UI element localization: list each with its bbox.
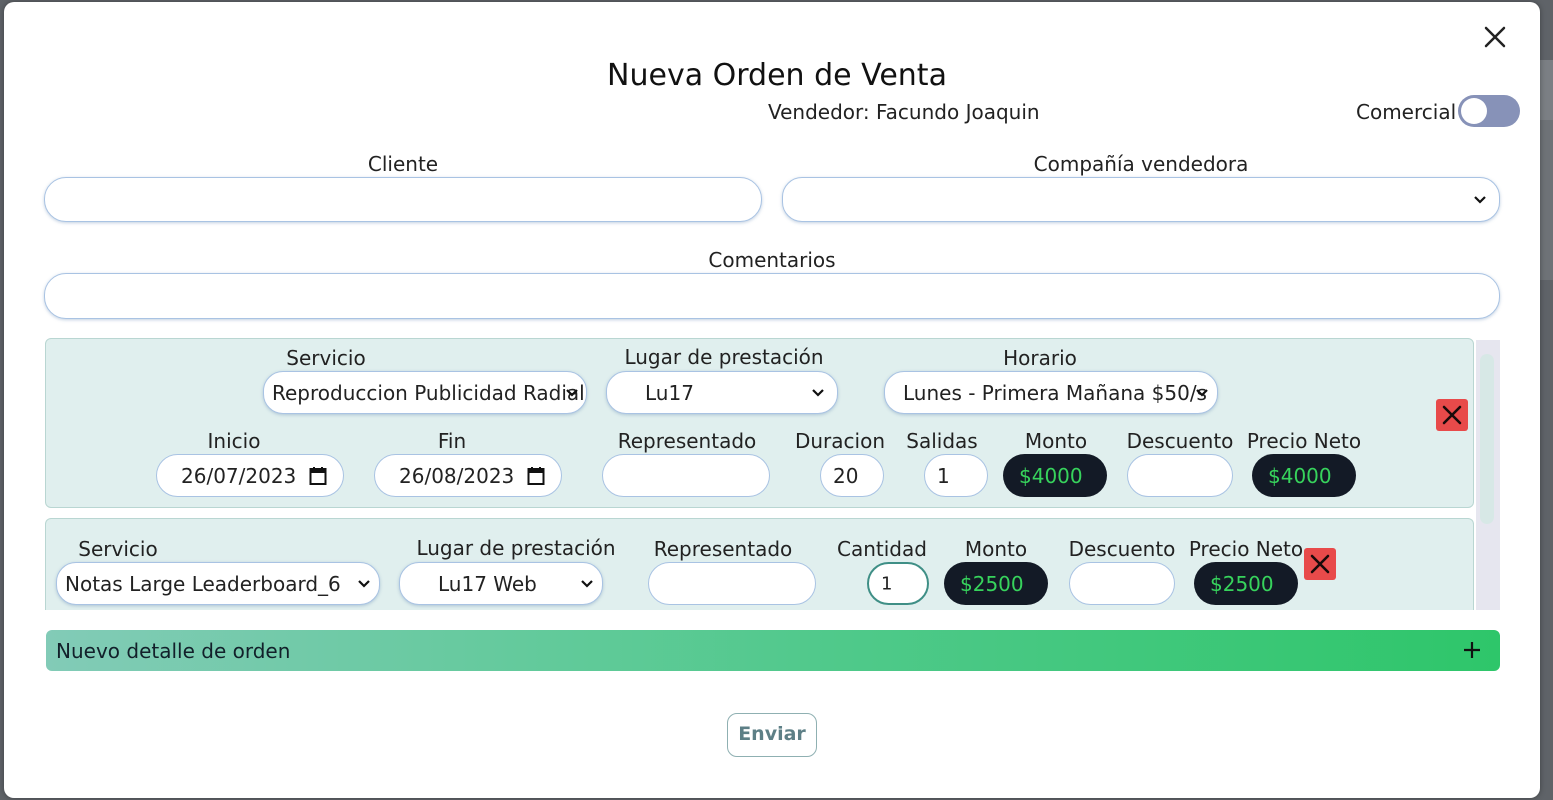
backdrop [1539,120,1553,280]
servicio-select-2[interactable]: Notas Large Leaderboard_6 [56,562,380,605]
compania-select[interactable] [782,177,1500,222]
fin-label: Fin [437,429,467,453]
descuento-label: Descuento [1126,429,1234,453]
toggle-knob [1461,98,1487,124]
details-scrollbar-thumb[interactable] [1480,354,1494,524]
representado-input[interactable] [602,454,770,497]
horario-value: Lunes - Primera Mañana $50/s [903,380,1207,405]
seller-label: Vendedor: Facundo Joaquin [768,100,1040,124]
horario-label-text: Horario [1003,346,1077,370]
submit-button[interactable]: Enviar [727,713,817,757]
delete-detail-2-button[interactable] [1304,548,1336,580]
delete-x-icon [1310,554,1330,574]
servicio-value-2: Notas Large Leaderboard_6 [65,571,341,596]
servicio-label: Servicio [286,346,366,370]
descuento-input[interactable] [1127,454,1233,497]
precio-neto-value-2: $2500 [1210,571,1274,596]
servicio-label-2: Servicio [78,537,158,561]
precio-neto-label: Precio Neto [1246,429,1362,453]
representado-label-2: Representado [653,537,793,561]
monto-value-pill-2: $2500 [944,562,1048,605]
salidas-value: 1 [937,463,950,488]
new-detail-button[interactable]: Nuevo detalle de orden [46,630,1500,671]
precio-neto-value-pill-2: $2500 [1194,562,1298,605]
inicio-value: 26/07/2023 [181,463,297,488]
duracion-value: 20 [833,463,859,488]
chevron-down-icon [1196,388,1208,397]
chevron-down-icon [1474,195,1486,204]
inicio-label: Inicio [207,429,261,453]
plus-icon [1464,642,1480,658]
monto-label: Monto [1024,429,1088,453]
compania-label: Compañía vendedora [1033,152,1249,176]
inicio-date-input[interactable]: 26/07/2023 [156,454,344,497]
calendar-icon [527,466,545,485]
lugar-value: Lu17 [645,380,694,405]
representado-input-2[interactable] [648,562,816,605]
comercial-toggle[interactable] [1458,95,1520,127]
chevron-down-icon [566,388,578,397]
precio-neto-value: $4000 [1268,463,1332,488]
horario-select[interactable]: Lunes - Primera Mañana $50/s [884,371,1218,414]
chevron-down-icon [581,579,593,588]
duracion-input[interactable]: 20 [820,454,884,497]
cantidad-value: 1 [881,573,893,594]
order-modal: Nueva Orden de Venta Vendedor: Facundo J… [4,2,1540,798]
delete-detail-1-button[interactable] [1436,399,1468,431]
chevron-down-icon [358,579,370,588]
lugar-label: Lugar de prestación [624,345,824,369]
comentarios-input[interactable] [44,273,1500,319]
calendar-icon [309,466,327,485]
lugar-label-2: Lugar de prestación [416,536,616,560]
representado-label: Representado [617,429,757,453]
comercial-label: Comercial [1356,100,1457,124]
modal-title: Nueva Orden de Venta [607,58,947,93]
cantidad-input[interactable]: 1 [867,562,929,605]
monto-label-2: Monto [964,537,1028,561]
lugar-select-2[interactable]: Lu17 Web [399,562,603,605]
salidas-input[interactable]: 1 [924,454,988,497]
servicio-select[interactable]: Reproduccion Publicidad Radial [263,371,587,414]
servicio-value: Reproduccion Publicidad Radial [272,380,585,405]
cliente-input[interactable] [44,177,762,222]
monto-value-2: $2500 [960,571,1024,596]
precio-neto-label-2: Precio Neto [1188,537,1304,561]
horario-label: Horario [980,346,1100,370]
descuento-input-2[interactable] [1069,562,1175,605]
monto-value: $4000 [1019,463,1083,488]
duracion-label: Duracion [794,429,886,453]
monto-value-pill: $4000 [1003,454,1107,497]
lugar-select[interactable]: Lu17 [606,371,838,414]
new-detail-label: Nuevo detalle de orden [56,639,291,663]
cliente-label: Cliente [367,152,439,176]
precio-neto-value-pill: $4000 [1252,454,1356,497]
delete-x-icon [1442,405,1462,425]
close-icon [1484,26,1506,48]
chevron-down-icon [812,388,824,397]
fin-value: 26/08/2023 [399,463,515,488]
close-button[interactable] [1480,22,1510,52]
descuento-label-2: Descuento [1068,537,1176,561]
salidas-label: Salidas [906,429,978,453]
lugar-value-2: Lu17 Web [438,571,537,596]
fin-date-input[interactable]: 26/08/2023 [374,454,562,497]
cantidad-label: Cantidad [837,537,927,561]
comentarios-label: Comentarios [708,248,836,272]
